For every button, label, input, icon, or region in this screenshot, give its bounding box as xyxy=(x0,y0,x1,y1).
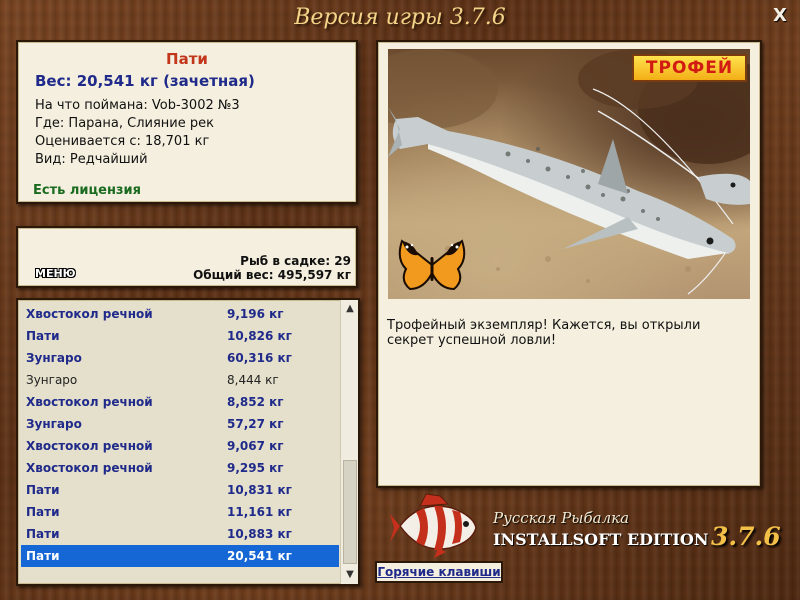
fish-weight-value: 10,831 кг xyxy=(227,483,292,497)
arrow-up-icon[interactable]: ▲ xyxy=(341,300,358,318)
fish-weight-value: 8,852 кг xyxy=(227,395,284,409)
list-item[interactable]: Пати 11,161 кг xyxy=(21,501,339,523)
fish-species: Хвостокол речной xyxy=(26,461,153,475)
fish-weight: Вес: 20,541 кг (зачетная) xyxy=(35,72,255,90)
brand-edition: INSTALLSOFT EDITION xyxy=(493,530,709,549)
list-item[interactable]: Пати 10,883 кг xyxy=(21,523,339,545)
creel-count: Рыб в садке: 29 xyxy=(240,254,351,268)
trophy-badge: ТРОФЕЙ xyxy=(632,54,747,82)
list-item[interactable]: Зунгаро 8,444 кг xyxy=(21,369,339,391)
fish-weight-value: 9,196 кг xyxy=(227,307,284,321)
butterfly-icon xyxy=(398,239,466,291)
list-item[interactable]: Зунгаро 60,316 кг xyxy=(21,347,339,369)
fish-weight-value: 20,541 кг xyxy=(227,549,292,563)
rarity-info: Вид: Редчайший xyxy=(35,152,148,167)
license-status: Есть лицензия xyxy=(33,183,141,198)
fish-species: Пати xyxy=(26,329,60,343)
fish-species: Пати xyxy=(26,527,60,541)
brand-version: 3.7.6 xyxy=(711,522,781,551)
scrollbar[interactable]: ▲ ▼ xyxy=(340,300,358,584)
fish-species: Пати xyxy=(26,549,60,563)
list-item[interactable]: Хвостокол речной 9,295 кг xyxy=(21,457,339,479)
brand-fish-logo xyxy=(390,493,477,558)
fish-name: Пати xyxy=(166,50,208,68)
creel-panel: МЕНЮ Рыб в садке: 29 Общий вес: 495,597 … xyxy=(16,226,358,288)
catch-list: Хвостокол речной 9,196 кг Пати 10,826 кг Зун… xyxy=(21,303,339,567)
fish-weight-value: 57,27 кг xyxy=(227,417,284,431)
window-title: Версия игры 3.7.6 xyxy=(294,5,506,30)
list-item[interactable]: Хвостокол речной 8,852 кг xyxy=(21,391,339,413)
fish-species: Пати xyxy=(26,505,60,519)
fish-info-panel: Пати Вес: 20,541 кг (зачетная) На что по… xyxy=(16,40,358,204)
fish-weight-value: 8,444 кг xyxy=(227,373,279,387)
fish-species: Хвостокол речной xyxy=(26,395,153,409)
list-item[interactable]: Пати 20,541 кг xyxy=(21,545,339,567)
creel-total-weight: Общий вес: 495,597 кг xyxy=(193,268,351,282)
rated-from-info: Оценивается с: 18,701 кг xyxy=(35,134,210,149)
arrow-down-icon[interactable]: ▼ xyxy=(341,566,358,584)
list-item[interactable]: Зунгаро 57,27 кг xyxy=(21,413,339,435)
scroll-thumb[interactable] xyxy=(343,460,357,564)
list-item[interactable]: Хвостокол речной 9,067 кг xyxy=(21,435,339,457)
catch-list-panel: Хвостокол речной 9,196 кг Пати 10,826 кг Зун… xyxy=(16,298,360,586)
fish-species: Хвостокол речной xyxy=(26,439,153,453)
fish-weight-value: 10,883 кг xyxy=(227,527,292,541)
fish-weight-value: 60,316 кг xyxy=(227,351,292,365)
fish-species: Зунгаро xyxy=(26,417,82,431)
list-item[interactable]: Пати 10,826 кг xyxy=(21,325,339,347)
trophy-message: Трофейный экземпляр! Кажется, вы открыли… xyxy=(387,318,701,348)
list-item[interactable]: Пати 10,831 кг xyxy=(21,479,339,501)
trophy-panel: ТРОФЕЙ Трофейный экземпляр! Кажется, вы … xyxy=(376,40,762,488)
bait-info: На что поймана: Vob-3002 №3 xyxy=(35,98,240,113)
fish-species: Хвостокол речной xyxy=(26,307,153,321)
fish-photo: ТРОФЕЙ xyxy=(388,49,750,299)
fish-species: Пати xyxy=(26,483,60,497)
close-icon[interactable]: X xyxy=(770,6,790,26)
hotkeys-button[interactable]: Горячие клавиши xyxy=(375,561,503,583)
location-info: Где: Парана, Слияние рек xyxy=(35,116,214,131)
menu-button[interactable]: МЕНЮ xyxy=(35,267,76,280)
fish-species: Зунгаро xyxy=(26,373,78,387)
list-item[interactable]: Хвостокол речной 9,196 кг xyxy=(21,303,339,325)
fish-species: Зунгаро xyxy=(26,351,82,365)
fish-weight-value: 9,067 кг xyxy=(227,439,284,453)
fish-weight-value: 11,161 кг xyxy=(227,505,292,519)
fish-weight-value: 10,826 кг xyxy=(227,329,292,343)
brand-title: Русская Рыбалка xyxy=(493,509,630,527)
fish-weight-value: 9,295 кг xyxy=(227,461,284,475)
